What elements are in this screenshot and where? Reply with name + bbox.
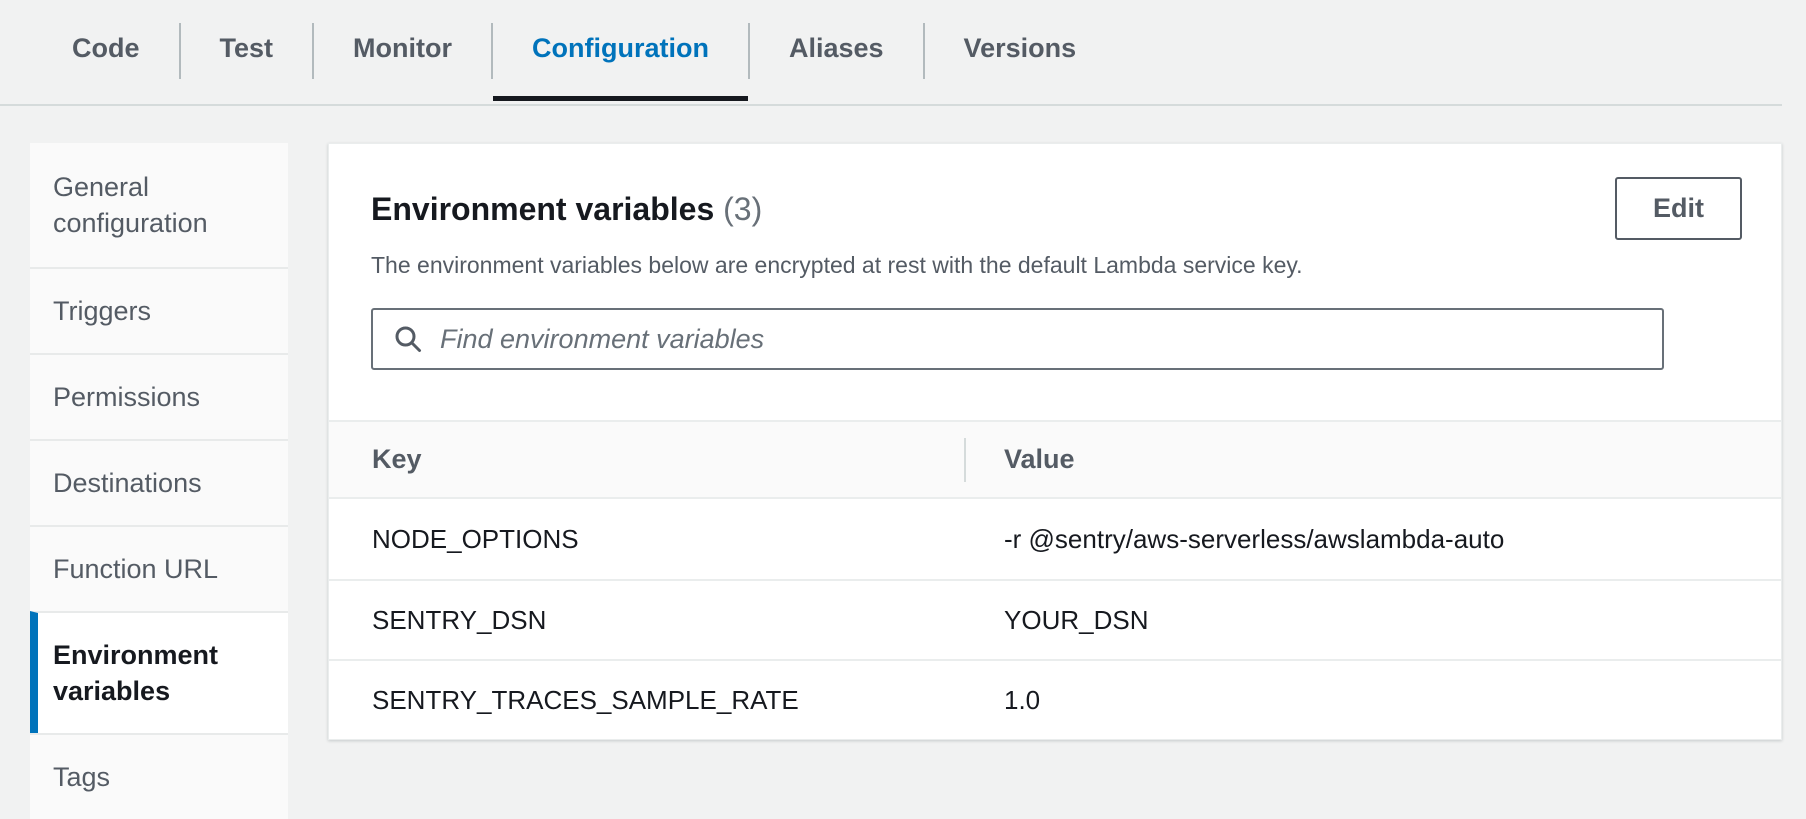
configuration-sidebar: General configuration Triggers Permissio…	[30, 143, 288, 819]
tab-bar-rule	[0, 104, 1782, 106]
sidebar-item-function-url[interactable]: Function URL	[30, 525, 288, 611]
sidebar-item-general-configuration[interactable]: General configuration	[30, 143, 288, 267]
panel-count-badge: (3)	[723, 191, 762, 227]
table-row: SENTRY_TRACES_SAMPLE_RATE 1.0	[329, 659, 1781, 739]
tab-aliases[interactable]: Aliases	[750, 0, 923, 101]
search-input[interactable]	[438, 309, 1662, 369]
tab-test[interactable]: Test	[181, 0, 313, 101]
sidebar-item-permissions[interactable]: Permissions	[30, 353, 288, 439]
panel-description: The environment variables below are encr…	[371, 250, 1739, 280]
env-var-key: SENTRY_TRACES_SAMPLE_RATE	[329, 685, 964, 716]
table-header-row: Key Value	[329, 422, 1781, 499]
tab-code[interactable]: Code	[33, 0, 179, 101]
env-var-key: SENTRY_DSN	[329, 605, 964, 636]
panel-header: Environment variables (3) Edit The envir…	[329, 144, 1781, 370]
sidebar-item-environment-variables[interactable]: Environment variables	[30, 611, 288, 733]
search-box	[371, 308, 1664, 370]
tab-configuration[interactable]: Configuration	[493, 0, 748, 101]
environment-variables-panel: Environment variables (3) Edit The envir…	[328, 143, 1782, 740]
env-var-value: YOUR_DSN	[964, 605, 1781, 636]
table-row: NODE_OPTIONS -r @sentry/aws-serverless/a…	[329, 499, 1781, 579]
sidebar-item-tags[interactable]: Tags	[30, 733, 288, 819]
table-row: SENTRY_DSN YOUR_DSN	[329, 579, 1781, 659]
sidebar-item-destinations[interactable]: Destinations	[30, 439, 288, 525]
column-header-value: Value	[964, 444, 1781, 475]
environment-variables-table: Key Value NODE_OPTIONS -r @sentry/aws-se…	[329, 420, 1781, 739]
env-var-value: 1.0	[964, 685, 1781, 716]
edit-button[interactable]: Edit	[1615, 177, 1742, 240]
panel-title-text: Environment variables	[371, 191, 714, 227]
search-icon	[392, 323, 424, 355]
panel-title: Environment variables (3)	[371, 178, 1739, 240]
tab-versions[interactable]: Versions	[925, 0, 1116, 101]
env-var-key: NODE_OPTIONS	[329, 524, 964, 555]
function-tab-bar: Code Test Monitor Configuration Aliases …	[0, 0, 1806, 101]
tab-monitor[interactable]: Monitor	[314, 0, 491, 101]
env-var-value: -r @sentry/aws-serverless/awslambda-auto	[964, 524, 1781, 555]
column-header-key: Key	[329, 444, 964, 475]
sidebar-item-triggers[interactable]: Triggers	[30, 267, 288, 353]
